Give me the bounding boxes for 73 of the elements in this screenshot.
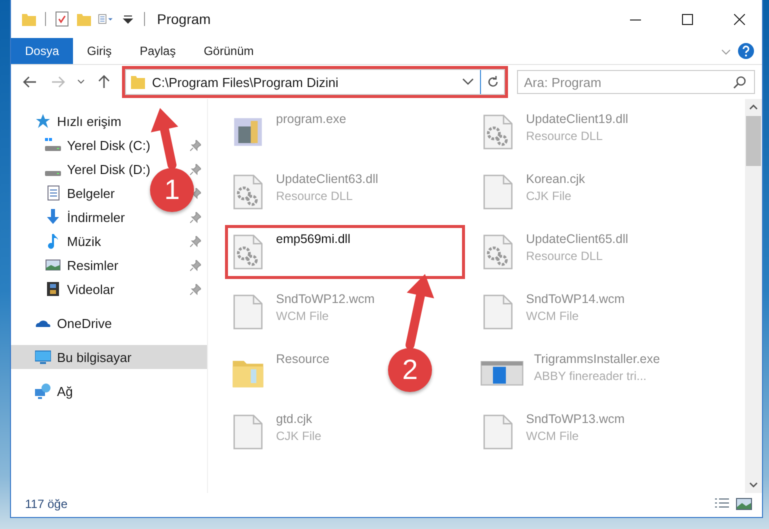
sidebar-item[interactable]: Videolar xyxy=(67,282,114,296)
address-bar[interactable]: C:\Program Files\Program Dizini xyxy=(125,69,505,95)
file-name[interactable]: Resource xyxy=(276,352,330,366)
pin-icon[interactable] xyxy=(190,284,201,294)
network-icon xyxy=(35,383,51,399)
window-title: Program xyxy=(157,11,212,27)
pin-icon[interactable] xyxy=(190,212,201,222)
scrollbar[interactable] xyxy=(745,99,762,493)
drive-icon xyxy=(45,137,61,153)
help-icon[interactable] xyxy=(738,43,754,59)
file-type: Resource DLL xyxy=(526,129,604,143)
sidebar-item[interactable]: Hızlı erişim xyxy=(57,114,122,128)
drive-icon xyxy=(45,170,61,176)
search-icon[interactable] xyxy=(733,75,747,89)
sidebar-item[interactable]: İndirmeler xyxy=(67,210,125,224)
file-name[interactable]: UpdateClient19.dll xyxy=(526,112,628,126)
scroll-thumb[interactable] xyxy=(746,116,761,166)
caret-icon xyxy=(77,79,85,85)
file-type: Resource DLL xyxy=(276,189,354,203)
checklist-icon[interactable] xyxy=(54,11,70,27)
music-note-icon xyxy=(45,233,61,249)
ribbon-tab[interactable]: Giriş xyxy=(73,38,126,64)
file-name[interactable]: Korean.cjk xyxy=(526,172,586,186)
sidebar-item[interactable]: OneDrive xyxy=(57,316,112,330)
picture-icon xyxy=(45,257,61,273)
sidebar-item[interactable]: Ağ xyxy=(57,384,73,398)
refresh-icon xyxy=(486,76,498,88)
large-icons-view-icon[interactable] xyxy=(736,498,752,510)
file-type: ABBY finereader tri... xyxy=(534,369,648,383)
monitor-icon xyxy=(35,349,51,365)
close-icon xyxy=(734,14,744,24)
file-name[interactable]: SndToWP13.wcm xyxy=(526,412,625,426)
film-icon xyxy=(45,281,61,297)
back-arrow-icon xyxy=(23,76,37,88)
search-field[interactable]: Ara: Program xyxy=(517,70,755,94)
file-name[interactable]: TrigrammsInstaller.exe xyxy=(534,352,660,366)
dropdown-chevron-icon[interactable] xyxy=(462,78,474,86)
forward-arrow-icon xyxy=(51,76,65,88)
up-arrow-icon xyxy=(98,75,110,89)
item-count: 117 öğe xyxy=(25,497,68,511)
pin-icon[interactable] xyxy=(190,260,201,270)
file-name[interactable]: SndToWP12.wcm xyxy=(276,292,375,306)
sidebar-item[interactable]: Bu bilgisayar xyxy=(11,345,207,369)
file-name[interactable]: gtd.cjk xyxy=(276,412,322,426)
pin-icon[interactable] xyxy=(190,236,201,246)
details-view-icon[interactable] xyxy=(714,498,730,510)
file-type: CJK File xyxy=(526,189,572,203)
file-type: WCM File xyxy=(276,309,330,323)
file-name[interactable]: SndToWP14.wcm xyxy=(526,292,625,306)
pin-icon[interactable] xyxy=(190,140,201,150)
file-type: WCM File xyxy=(526,309,580,323)
sidebar-item[interactable]: Belgeler xyxy=(67,186,115,200)
file-type: WCM File xyxy=(526,429,580,443)
ribbon-tab[interactable]: Görünüm xyxy=(190,38,268,64)
file-item[interactable]: emp569mi.dll xyxy=(226,226,464,278)
download-arrow-icon xyxy=(45,209,61,225)
star-icon xyxy=(35,113,51,129)
file-type: CJK File xyxy=(276,429,322,443)
sidebar-item[interactable]: Müzik xyxy=(67,234,101,248)
maximize-icon xyxy=(682,14,692,24)
file-name[interactable]: UpdateClient63.dll xyxy=(276,172,378,186)
ribbon-tab[interactable]: Dosya xyxy=(11,38,74,64)
file-type: Resource DLL xyxy=(526,249,604,263)
file-name[interactable]: program.exe xyxy=(276,112,346,126)
callout-arrow xyxy=(150,108,178,170)
sidebar-item[interactable]: Yerel Disk (D:) xyxy=(67,162,150,176)
sidebar-item[interactable]: Yerel Disk (C:) xyxy=(67,138,150,152)
folder-icon xyxy=(130,74,146,90)
ribbon-tab[interactable]: Paylaş xyxy=(126,38,190,64)
document-icon xyxy=(45,185,61,201)
pin-icon[interactable] xyxy=(190,164,201,174)
sidebar-item[interactable]: Resimler xyxy=(67,258,118,272)
file-name[interactable]: UpdateClient65.dll xyxy=(526,232,628,246)
